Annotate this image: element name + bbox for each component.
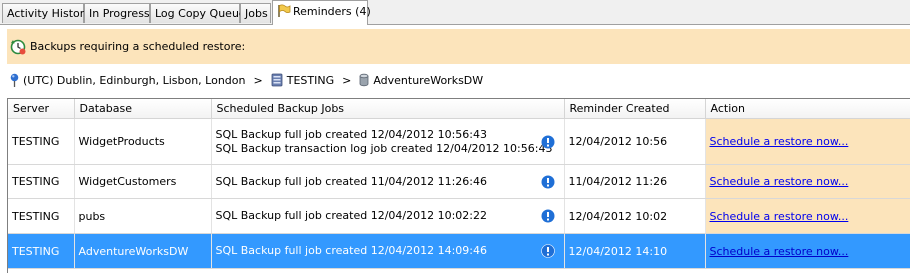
schedule-restore-link[interactable]: Schedule a restore now... <box>710 175 849 188</box>
breadcrumb-server[interactable]: TESTING <box>287 74 334 87</box>
grid-header: Server Database Scheduled Backup Jobs Re… <box>8 99 910 119</box>
cell-server: TESTING <box>8 164 75 199</box>
cell-jobs: SQL Backup full job created 11/04/2012 1… <box>211 164 565 199</box>
cell-jobs: SQL Backup full job created 12/04/2012 1… <box>211 198 565 234</box>
breadcrumb-timezone[interactable]: (UTC) Dublin, Edinburgh, Lisbon, London <box>23 74 246 87</box>
schedule-restore-link[interactable]: Schedule a restore now... <box>710 245 849 258</box>
cell-action: Schedule a restore now... <box>705 164 910 199</box>
job-line: SQL Backup full job created 12/04/2012 1… <box>215 244 488 257</box>
column-header-action[interactable]: Action <box>705 99 910 119</box>
table-row[interactable]: TESTING WidgetProducts SQL Backup full j… <box>8 118 910 165</box>
cell-action: Schedule a restore now... <box>705 118 910 165</box>
cell-database: AdventureWorksDW <box>74 233 212 269</box>
tab-activity-history[interactable]: Activity History <box>2 3 91 23</box>
job-line: SQL Backup full job created 12/04/2012 1… <box>215 209 488 222</box>
breadcrumb-separator: > <box>342 73 352 87</box>
timezone-icon <box>10 73 19 87</box>
info-icon[interactable] <box>541 135 555 149</box>
banner-text: Backups requiring a scheduled restore: <box>30 40 246 53</box>
cell-action: Schedule a restore now... <box>705 233 910 269</box>
tab-label: Log Copy Queue <box>155 7 246 20</box>
schedule-restore-link[interactable]: Schedule a restore now... <box>710 210 849 223</box>
tab-log-copy-queue[interactable]: Log Copy Queue <box>150 3 246 23</box>
cell-jobs: SQL Backup full job created 12/04/2012 1… <box>211 233 565 269</box>
job-line: SQL Backup transaction log job created 1… <box>215 141 553 155</box>
flag-icon <box>277 4 291 20</box>
cell-jobs: SQL Backup full job created 12/04/2012 1… <box>211 118 565 165</box>
tab-label: Activity History <box>7 7 91 20</box>
cell-server: TESTING <box>8 198 75 234</box>
breadcrumb-separator: > <box>253 73 263 87</box>
database-icon <box>359 73 369 87</box>
tab-strip: Activity History In Progress Log Copy Qu… <box>0 0 910 25</box>
cell-reminder-created: 11/04/2012 11:26 <box>564 164 706 199</box>
tab-in-progress[interactable]: In Progress <box>84 3 150 23</box>
cell-database: WidgetProducts <box>74 118 212 165</box>
tab-label: Reminders (4) <box>293 5 371 18</box>
restore-clock-icon <box>10 39 26 55</box>
table-row[interactable]: TESTING pubs SQL Backup full job created… <box>8 198 910 234</box>
cell-reminder-created: 12/04/2012 10:02 <box>564 198 706 234</box>
tab-label: In Progress <box>89 7 150 20</box>
tab-label: Jobs <box>245 7 268 20</box>
cell-reminder-created: 12/04/2012 14:10 <box>564 233 706 269</box>
job-line: SQL Backup full job created 12/04/2012 1… <box>215 127 488 141</box>
table-row-selected[interactable]: TESTING AdventureWorksDW SQL Backup full… <box>8 233 910 269</box>
table-row[interactable]: TESTING WidgetCustomers SQL Backup full … <box>8 164 910 199</box>
cell-action: Schedule a restore now... <box>705 198 910 234</box>
cell-reminder-created: 12/04/2012 10:56 <box>564 118 706 165</box>
breadcrumb: (UTC) Dublin, Edinburgh, Lisbon, London … <box>10 71 483 89</box>
cell-database: WidgetCustomers <box>74 164 212 199</box>
info-icon[interactable] <box>541 175 555 189</box>
breadcrumb-database[interactable]: AdventureWorksDW <box>373 74 483 87</box>
column-header-reminder-created[interactable]: Reminder Created <box>564 99 706 119</box>
tab-reminders[interactable]: Reminders (4) <box>272 0 371 25</box>
reminders-grid: Server Database Scheduled Backup Jobs Re… <box>7 98 910 273</box>
column-header-server[interactable]: Server <box>8 99 75 119</box>
cell-server: TESTING <box>8 118 75 165</box>
column-header-scheduled-jobs[interactable]: Scheduled Backup Jobs <box>211 99 565 119</box>
server-icon <box>271 73 283 87</box>
reminder-banner: Backups requiring a scheduled restore: <box>7 29 910 64</box>
tab-jobs[interactable]: Jobs <box>240 3 271 23</box>
job-line: SQL Backup full job created 11/04/2012 1… <box>215 174 488 188</box>
cell-server: TESTING <box>8 233 75 269</box>
info-icon[interactable] <box>540 244 555 258</box>
info-icon[interactable] <box>541 209 555 223</box>
column-header-database[interactable]: Database <box>74 99 212 119</box>
cell-database: pubs <box>74 198 212 234</box>
schedule-restore-link[interactable]: Schedule a restore now... <box>710 135 849 148</box>
